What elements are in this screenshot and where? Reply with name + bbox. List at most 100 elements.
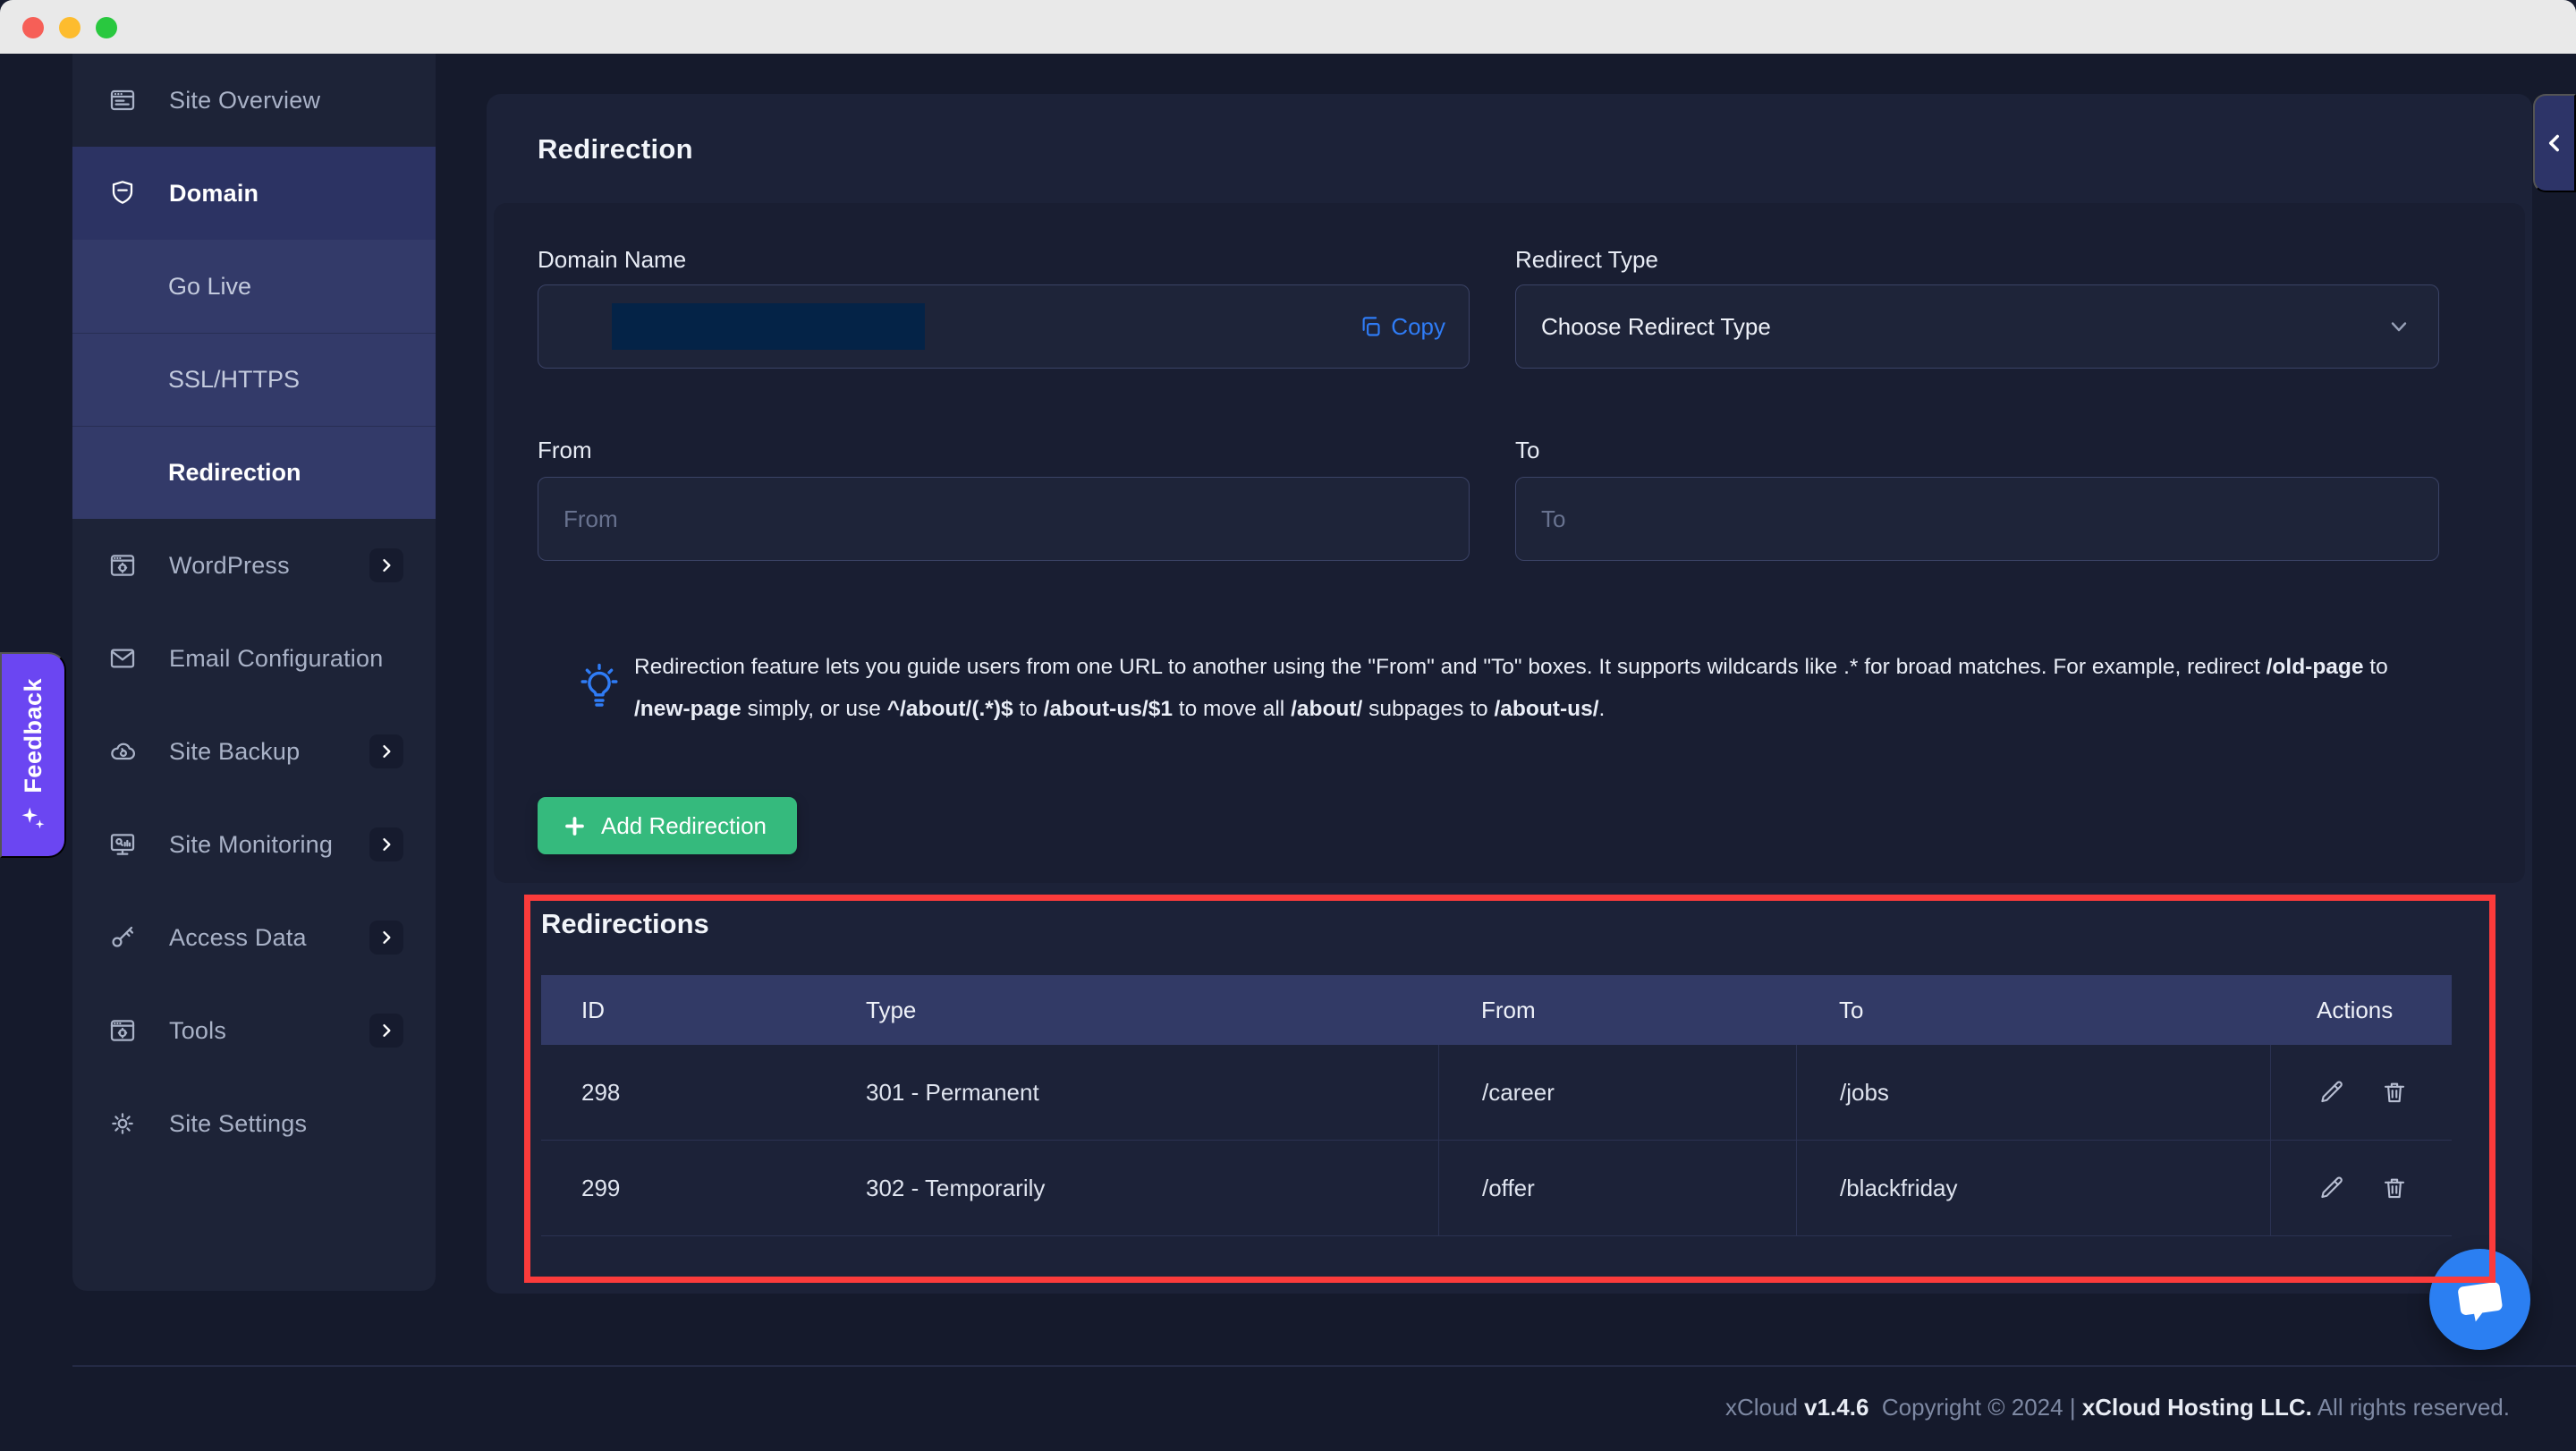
redirections-section-highlight: Redirections ID Type From To Actions 298…: [524, 895, 2496, 1283]
sidebar-item-site-backup[interactable]: Site Backup: [72, 705, 436, 798]
feedback-button[interactable]: Feedback: [0, 652, 66, 858]
sidebar-item-label: Site Settings: [169, 1109, 308, 1137]
chevron-right-icon: [369, 827, 403, 861]
sidebar-item-label: Site Overview: [169, 86, 321, 114]
chevron-right-icon: [369, 548, 403, 582]
sidebar-item-domain[interactable]: Domain: [72, 147, 436, 240]
redirections-title: Redirections: [541, 908, 709, 939]
sidebar-collapse-tab[interactable]: [2533, 94, 2576, 192]
sidebar-item-label: Redirection: [168, 459, 301, 486]
sidebar: Site Overview Domain Go Live SSL/HTTPS R…: [72, 54, 436, 1291]
column-header-id: ID: [581, 996, 605, 1023]
delete-redirection-button[interactable]: [2380, 1078, 2409, 1107]
gear-icon: [108, 1109, 137, 1138]
column-header-actions: Actions: [2317, 996, 2394, 1023]
to-input[interactable]: [1516, 478, 2438, 560]
cell-to: /blackfriday: [1796, 1141, 2270, 1235]
trash-icon: [2384, 1082, 2405, 1103]
sidebar-item-ssl-https[interactable]: SSL/HTTPS: [72, 333, 436, 426]
sidebar-item-label: Site Monitoring: [169, 830, 334, 858]
close-window-button[interactable]: [22, 17, 44, 38]
copy-domain-button[interactable]: Copy: [1359, 285, 1445, 368]
from-input[interactable]: [538, 478, 1469, 560]
key-icon: [108, 923, 137, 952]
monitor-icon: [108, 830, 137, 859]
table-header-row: ID Type From To Actions: [541, 975, 2452, 1045]
envelope-icon: [108, 644, 137, 673]
maximize-window-button[interactable]: [96, 17, 117, 38]
chevron-down-icon: [2386, 314, 2411, 339]
app-window: Site Overview Domain Go Live SSL/HTTPS R…: [0, 0, 2576, 1451]
sparkles-icon: [21, 807, 45, 829]
footer-divider: [72, 1365, 2576, 1367]
sidebar-item-label: Site Backup: [169, 737, 301, 765]
redirect-type-select[interactable]: Choose Redirect Type: [1515, 284, 2439, 369]
feedback-label: Feedback: [19, 677, 47, 793]
to-label: To: [1515, 437, 1540, 463]
delete-redirection-button[interactable]: [2380, 1174, 2409, 1202]
sidebar-item-site-settings[interactable]: Site Settings: [72, 1077, 436, 1170]
browser-gear-icon: [108, 1016, 137, 1045]
cell-type: 301 - Permanent: [866, 1078, 1039, 1106]
plus-icon: [565, 816, 584, 836]
cell-to: /jobs: [1796, 1045, 2270, 1140]
redirection-info-text: Redirection feature lets you guide users…: [634, 655, 2394, 721]
shield-icon: [108, 179, 137, 208]
sidebar-item-label: WordPress: [169, 551, 290, 579]
sidebar-item-redirection[interactable]: Redirection: [72, 426, 436, 519]
sidebar-item-label: Go Live: [168, 272, 252, 300]
cell-from: /career: [1438, 1045, 1796, 1140]
cell-from: /offer: [1438, 1141, 1796, 1235]
column-header-from: From: [1481, 996, 1536, 1023]
sidebar-item-label: Domain: [169, 179, 259, 207]
copy-icon: [1362, 316, 1380, 336]
cell-actions: [2270, 1045, 2452, 1140]
cell-actions: [2270, 1141, 2452, 1235]
chevron-right-icon: [369, 1014, 403, 1048]
redirect-type-value: Choose Redirect Type: [1541, 312, 1771, 340]
sidebar-item-label: Email Configuration: [169, 644, 384, 672]
trash-icon: [2384, 1178, 2405, 1199]
chevron-left-icon: [2548, 134, 2559, 152]
chevron-right-icon: [369, 921, 403, 955]
chevron-right-icon: [369, 734, 403, 768]
column-header-type: Type: [866, 996, 917, 1023]
copy-label: Copy: [1391, 312, 1445, 340]
sidebar-item-email-configuration[interactable]: Email Configuration: [72, 612, 436, 705]
footer-text: xCloud v1.4.6 Copyright © 2024 | xCloud …: [1724, 1394, 2510, 1421]
pencil-icon: [2321, 1081, 2343, 1103]
sidebar-item-tools[interactable]: Tools: [72, 984, 436, 1077]
to-field: [1515, 477, 2439, 561]
table-row: 298 301 - Permanent /career /jobs: [541, 1045, 2452, 1141]
table-row: 299 302 - Temporarily /offer /blackfrida…: [541, 1141, 2452, 1236]
browser-gear-icon: [108, 551, 137, 580]
redirections-table: ID Type From To Actions 298 301 - Perman…: [541, 975, 2452, 1236]
lightbulb-icon: [576, 661, 623, 717]
edit-redirection-button[interactable]: [2318, 1078, 2346, 1107]
redirection-form-panel: Domain Name Copy Redirect Type Choose Re…: [494, 203, 2525, 883]
cloud-icon: [108, 737, 137, 766]
sidebar-item-wordpress[interactable]: WordPress: [72, 519, 436, 612]
cell-id: 298: [581, 1078, 621, 1106]
sidebar-item-access-data[interactable]: Access Data: [72, 891, 436, 984]
sidebar-item-label: Access Data: [169, 923, 307, 951]
minimize-window-button[interactable]: [59, 17, 80, 38]
domain-name-label: Domain Name: [538, 246, 687, 273]
column-header-to: To: [1839, 996, 1864, 1023]
add-redirection-button[interactable]: Add Redirection: [538, 797, 797, 854]
page-title: Redirection: [538, 133, 693, 165]
edit-redirection-button[interactable]: [2318, 1174, 2346, 1202]
cell-id: 299: [581, 1174, 621, 1201]
sidebar-item-site-monitoring[interactable]: Site Monitoring: [72, 798, 436, 891]
sidebar-item-site-overview[interactable]: Site Overview: [72, 54, 436, 147]
sidebar-item-label: Tools: [169, 1016, 227, 1044]
cell-type: 302 - Temporarily: [866, 1174, 1046, 1201]
window-titlebar: [0, 0, 2576, 54]
sidebar-item-go-live[interactable]: Go Live: [72, 240, 436, 333]
domain-submenu: Go Live SSL/HTTPS Redirection: [72, 240, 436, 519]
domain-name-field[interactable]: Copy: [538, 284, 1470, 369]
redirect-type-label: Redirect Type: [1515, 246, 1658, 273]
from-label: From: [538, 437, 592, 463]
pencil-icon: [2321, 1176, 2343, 1199]
redirection-page-card: Redirection Domain Name Copy Redirect Ty…: [487, 94, 2532, 1294]
